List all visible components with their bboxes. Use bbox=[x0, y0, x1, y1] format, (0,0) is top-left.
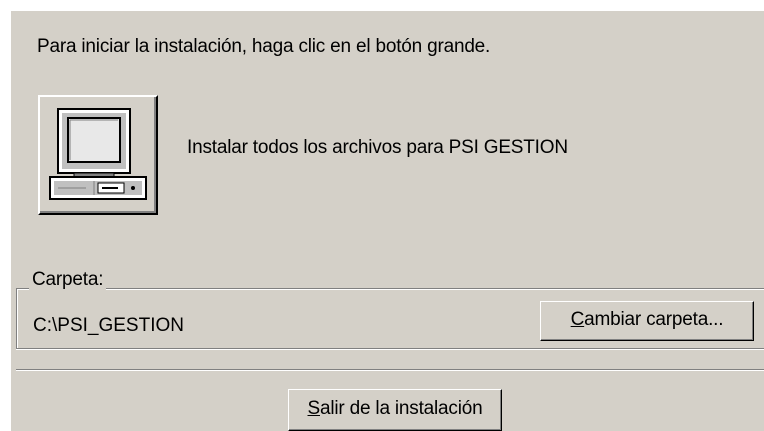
setup-dialog: Para iniciar la instalación, haga clic e… bbox=[10, 10, 764, 431]
install-all-label: Instalar todos los archivos para PSI GES… bbox=[187, 137, 568, 158]
change-folder-label: ambiar carpeta... bbox=[584, 309, 724, 330]
instruction-text: Para iniciar la instalación, haga clic e… bbox=[37, 36, 491, 57]
change-folder-button[interactable]: Cambiar carpeta... bbox=[540, 301, 754, 341]
exit-setup-button[interactable]: Salir de la instalación bbox=[288, 389, 502, 431]
folder-legend: Carpeta: bbox=[29, 269, 107, 291]
separator bbox=[16, 369, 764, 371]
folder-path: C:\PSI_GESTION bbox=[33, 315, 184, 336]
install-all-button[interactable] bbox=[38, 95, 158, 215]
exit-setup-label: alir de la instalación bbox=[320, 398, 483, 419]
exit-setup-mnemonic: S bbox=[307, 398, 321, 419]
computer-icon bbox=[49, 108, 147, 200]
change-folder-mnemonic: C bbox=[570, 309, 585, 330]
